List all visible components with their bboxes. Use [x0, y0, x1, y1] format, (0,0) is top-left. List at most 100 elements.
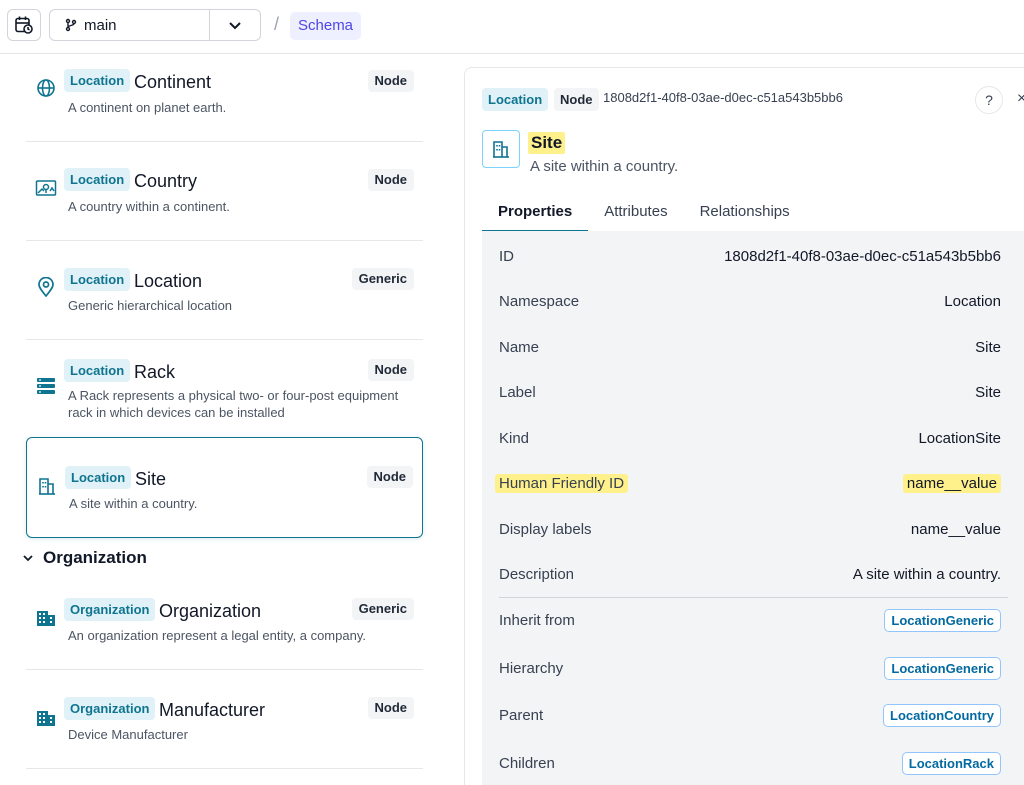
property-row: Name Site — [499, 333, 1001, 361]
branch-dropdown-toggle[interactable] — [209, 10, 260, 40]
property-row: Display labels name__value — [499, 515, 1001, 543]
schema-link-chip[interactable]: LocationCountry — [883, 703, 1001, 727]
schema-link-chip[interactable]: LocationGeneric — [884, 656, 1001, 680]
property-key: Label — [499, 383, 536, 401]
calendar-clock-button[interactable] — [7, 9, 41, 41]
detail-title: Site — [528, 132, 566, 154]
server-icon — [35, 375, 57, 397]
map-pin-icon — [35, 276, 57, 298]
detail-tabs: Properties Attributes Relationships — [482, 192, 806, 232]
building-icon — [482, 130, 520, 168]
schema-item-title: Manufacturer — [159, 700, 266, 720]
property-key: Hierarchy — [499, 659, 564, 677]
tab-properties[interactable]: Properties — [482, 192, 589, 232]
branch-name: main — [84, 16, 117, 34]
schema-id: 1808d2f1-40f8-03ae-d0ec-c51a543b5bb6 — [603, 90, 843, 105]
schema-item-title: Continent — [134, 72, 212, 92]
property-value: name__value — [910, 520, 1001, 538]
link-row: Parent LocationCountry — [499, 701, 1001, 729]
property-value: Location — [944, 292, 1001, 310]
property-key: Display labels — [499, 520, 592, 538]
type-badge: Node — [367, 70, 414, 92]
namespace-badge: Location — [482, 88, 549, 111]
schema-item-continent[interactable]: Location Continent Node A continent on p… — [26, 55, 423, 142]
branch-selector[interactable]: main — [49, 9, 261, 41]
type-badge: Node — [367, 697, 414, 719]
schema-item-description: A Rack represents a physical two- or fou… — [68, 388, 399, 420]
namespace-badge: Location — [64, 168, 131, 191]
namespace-badge: Location — [64, 268, 131, 291]
property-value: Site — [975, 338, 1001, 356]
schema-item-description: A continent on planet earth. — [68, 100, 227, 115]
type-badge: Node — [367, 359, 414, 381]
property-row: Namespace Location — [499, 287, 1001, 315]
namespace-badge: Organization — [64, 697, 156, 720]
schema-item-description: An organization represent a legal entity… — [68, 628, 366, 643]
property-row: Human Friendly ID name__value — [495, 469, 1001, 497]
section-divider — [499, 597, 1008, 598]
chevron-down-icon — [229, 22, 241, 30]
namespace-badge: Location — [64, 69, 131, 92]
schema-detail-panel: Location Node 1808d2f1-40f8-03ae-d0ec-c5… — [464, 67, 1024, 785]
tab-attributes[interactable]: Attributes — [588, 192, 683, 232]
type-badge: Generic — [351, 268, 414, 290]
property-key: Human Friendly ID — [495, 473, 629, 493]
link-row: Inherit from LocationGeneric — [499, 606, 1001, 634]
type-badge: Node — [367, 169, 414, 191]
type-badge: Node — [366, 466, 413, 488]
schema-item-organization[interactable]: Organization Organization Generic An org… — [26, 571, 423, 670]
schema-list: Location Continent Node A continent on p… — [0, 55, 440, 785]
namespace-badge: Location — [64, 359, 131, 382]
schema-item-title: Organization — [159, 601, 262, 621]
property-key: Name — [499, 338, 540, 356]
building-icon — [36, 475, 58, 497]
office-building-icon — [35, 706, 57, 728]
property-key: Namespace — [499, 292, 580, 310]
property-row: Description A site within a country. — [499, 560, 1001, 588]
property-value: LocationSite — [918, 429, 1001, 447]
schema-item-rack[interactable]: Location Rack Node A Rack represents a p… — [26, 340, 423, 435]
schema-link-chip[interactable]: LocationRack — [901, 751, 1001, 775]
property-value: A site within a country. — [852, 565, 1001, 583]
schema-item-title: Site — [135, 469, 167, 489]
property-row: Label Site — [499, 378, 1001, 406]
property-row: ID 1808d2f1-40f8-03ae-d0ec-c51a543b5bb6 — [499, 242, 1001, 270]
git-branch-icon — [65, 18, 77, 32]
schema-item-title: Rack — [134, 362, 176, 382]
schema-link-chip[interactable]: LocationGeneric — [884, 608, 1001, 632]
schema-item-manufacturer[interactable]: Organization Manufacturer Node Device Ma… — [26, 670, 423, 769]
link-row: Children LocationRack — [499, 749, 1001, 777]
namespace-badge: Organization — [64, 598, 156, 621]
schema-item-site[interactable]: Location Site Node A site within a count… — [26, 437, 423, 538]
close-button[interactable]: × — [1017, 90, 1024, 108]
group-title: Organization — [43, 548, 147, 567]
detail-subtitle: A site within a country. — [530, 158, 679, 175]
help-button[interactable]: ? — [975, 86, 1003, 114]
property-value: Site — [975, 383, 1001, 401]
schema-item-description: A country within a continent. — [68, 199, 230, 214]
schema-item-country[interactable]: Location Country Node A country within a… — [26, 142, 423, 241]
property-value: 1808d2f1-40f8-03ae-d0ec-c51a543b5bb6 — [724, 247, 1001, 265]
property-row: Kind LocationSite — [499, 424, 1001, 452]
group-header-organization[interactable]: Organization — [21, 548, 147, 568]
globe-icon — [35, 77, 57, 99]
property-key: Kind — [499, 429, 530, 447]
schema-item-location[interactable]: Location Location Generic Generic hierar… — [26, 241, 423, 340]
namespace-badge: Location — [65, 466, 132, 489]
top-bar: main / Schema — [0, 0, 1024, 54]
breadcrumb-separator: / — [274, 14, 280, 34]
property-key: Children — [499, 754, 555, 772]
property-key: Parent — [499, 706, 544, 724]
map-icon — [35, 177, 57, 199]
schema-item-description: Device Manufacturer — [68, 727, 188, 742]
tab-relationships[interactable]: Relationships — [684, 192, 806, 232]
type-badge: Generic — [351, 598, 414, 620]
property-key: Description — [499, 565, 575, 583]
breadcrumb-schema[interactable]: Schema — [290, 12, 362, 40]
office-building-icon — [35, 606, 57, 628]
schema-item-description: Generic hierarchical location — [68, 298, 233, 313]
link-row: Hierarchy LocationGeneric — [499, 654, 1001, 682]
kind-badge: Node — [554, 88, 599, 111]
schema-item-title: Location — [134, 271, 203, 291]
schema-item-description: A site within a country. — [69, 496, 198, 511]
